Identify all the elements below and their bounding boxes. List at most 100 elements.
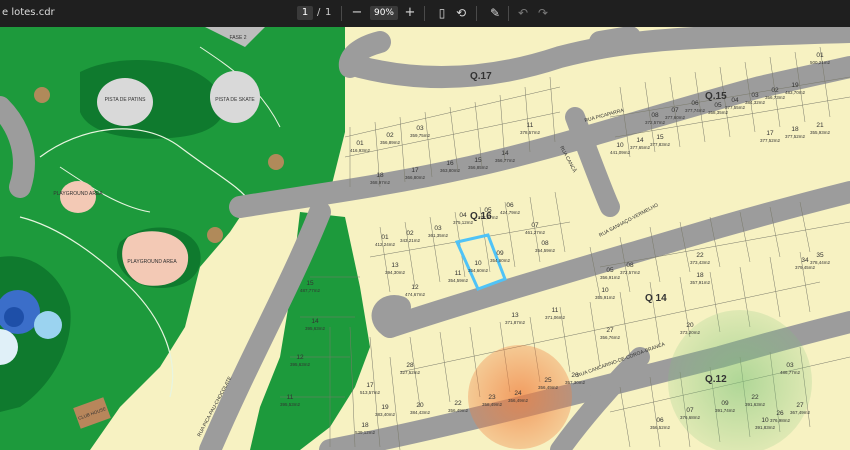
lot-area: 384,43m2 xyxy=(410,410,431,415)
lot-area: 377,65m2 xyxy=(630,145,651,150)
lot-area: 354,60m2 xyxy=(490,258,511,263)
lot-area: 384,32m2 xyxy=(745,100,766,105)
lot-number: 35 xyxy=(816,252,824,259)
lot-number: 17 xyxy=(411,167,419,174)
lot-area: 539,12m2 xyxy=(355,430,376,435)
lot-area: 355,93m2 xyxy=(810,130,831,135)
lot-area: 356,89m2 xyxy=(380,140,401,145)
lot-area: 377,52m2 xyxy=(760,138,781,143)
file-name: e lotes.cdr xyxy=(2,7,55,18)
lot-area: 391,74m2 xyxy=(715,408,736,413)
lot-area: 377,74m2 xyxy=(685,108,706,113)
lot-number: 02 xyxy=(386,132,394,139)
lot-area: 373,43m2 xyxy=(690,260,711,265)
lot-area: 358,49m2 xyxy=(482,402,503,407)
lot-number: 06 xyxy=(691,100,699,107)
lot-number: 10 xyxy=(616,142,624,149)
lot-area: 367,49m2 xyxy=(790,410,811,415)
playground-label: PLAYGROUND AREA xyxy=(53,191,103,197)
tree-icon xyxy=(207,227,223,243)
lot-area: 377,52m2 xyxy=(785,134,806,139)
lot-area: 377,60m2 xyxy=(665,115,686,120)
lot-area: 356,73m2 xyxy=(765,95,786,100)
undo-icon[interactable]: ↶ xyxy=(514,4,532,22)
lot-area: 357,30m2 xyxy=(565,380,586,385)
lot-number: 20 xyxy=(686,322,694,329)
lot-area: 356,52m2 xyxy=(650,425,671,430)
fit-page-icon[interactable]: ▯ xyxy=(433,4,451,22)
lot-number: 01 xyxy=(381,234,389,241)
lot-number: 13 xyxy=(511,312,519,319)
block-label-q15: Q.15 xyxy=(705,91,727,102)
lot-number: 01 xyxy=(356,140,364,147)
lot-area: 486,77m2 xyxy=(780,370,801,375)
zoom-level-input[interactable]: 90% xyxy=(370,6,398,20)
lot-area: 373,20m2 xyxy=(680,330,701,335)
lot-area: 513,57m2 xyxy=(360,390,381,395)
lot-number: 28 xyxy=(406,362,414,369)
lot-area: 441,09m2 xyxy=(610,150,631,155)
lot-area: 372,57m2 xyxy=(620,270,641,275)
lot-area: 343,21m2 xyxy=(400,238,421,243)
lot-number: 04 xyxy=(459,212,467,219)
lot-area: 379,45m2 xyxy=(795,265,816,270)
lot-area: 395,53m2 xyxy=(280,402,301,407)
lot-number: 15 xyxy=(474,157,482,164)
lot-area: 461,27m2 xyxy=(525,230,546,235)
lot-number: 07 xyxy=(671,107,679,114)
lot-number: 19 xyxy=(381,404,389,411)
lot-number: 02 xyxy=(771,87,779,94)
lot-number: 05 xyxy=(714,102,722,109)
lot-number: 19 xyxy=(791,82,799,89)
lot-number: 01 xyxy=(816,52,824,59)
lot-number: 09 xyxy=(721,400,729,407)
zoom-out-icon[interactable]: − xyxy=(348,4,366,22)
lot-area: 355,91m2 xyxy=(595,295,616,300)
tree-icon xyxy=(34,87,50,103)
lot-number: 03 xyxy=(434,225,442,232)
lot-number: 11 xyxy=(455,270,462,277)
lot-number: 27 xyxy=(606,327,614,334)
lot-area: 487,77m2 xyxy=(300,288,321,293)
tree-icon xyxy=(268,154,284,170)
lot-number: 21 xyxy=(816,122,824,129)
redo-icon[interactable]: ↷ xyxy=(534,4,552,22)
playground-area xyxy=(60,181,96,213)
page-number-input[interactable]: 1 xyxy=(297,6,313,20)
lot-number: 03 xyxy=(751,92,759,99)
lot-number: 06 xyxy=(656,417,664,424)
lot-area: 378,44m2 xyxy=(810,260,831,265)
lot-number: 26 xyxy=(571,372,579,379)
lot-area: 357,91m2 xyxy=(690,280,711,285)
zoom-in-icon[interactable]: + xyxy=(401,4,419,22)
skating-track-label: PISTA DE PATINS xyxy=(105,97,147,103)
lot-number: 12 xyxy=(296,354,304,361)
playground-label: PLAYGROUND AREA xyxy=(127,259,177,265)
lot-number: 14 xyxy=(636,137,644,144)
lot-number: 03 xyxy=(416,125,424,132)
lot-area: 391,83m2 xyxy=(755,425,776,430)
lot-number: 09 xyxy=(496,250,504,257)
lot-number: 17 xyxy=(766,130,774,137)
lot-number: 10 xyxy=(761,417,769,424)
lot-area: 356,49m2 xyxy=(448,408,469,413)
lot-number: 05 xyxy=(484,207,492,214)
lake xyxy=(34,311,62,339)
rotate-icon[interactable]: ⟲ xyxy=(452,4,470,22)
site-plan-map[interactable]: PLAYGROUND AREA PLAYGROUND AREA PISTA DE… xyxy=(0,27,850,450)
lot-number: 10 xyxy=(474,260,482,267)
lot-number: 07 xyxy=(686,407,694,414)
lot-area: 372,57m2 xyxy=(645,120,666,125)
lot-number: 22 xyxy=(454,400,462,407)
lot-number: 07 xyxy=(531,222,539,229)
page-separator: / xyxy=(317,7,321,18)
lot-number: 08 xyxy=(541,240,549,247)
lot-area: 356,85m2 xyxy=(468,165,489,170)
lot-area: 361,35m2 xyxy=(428,233,449,238)
lot-number: 24 xyxy=(514,390,522,397)
annotate-icon[interactable]: ✎ xyxy=(486,4,504,22)
toolbar-divider xyxy=(508,6,509,21)
lot-area: 391,63m2 xyxy=(745,402,766,407)
lot-area: 356,49m2 xyxy=(508,398,529,403)
toolbar-divider xyxy=(341,6,342,21)
